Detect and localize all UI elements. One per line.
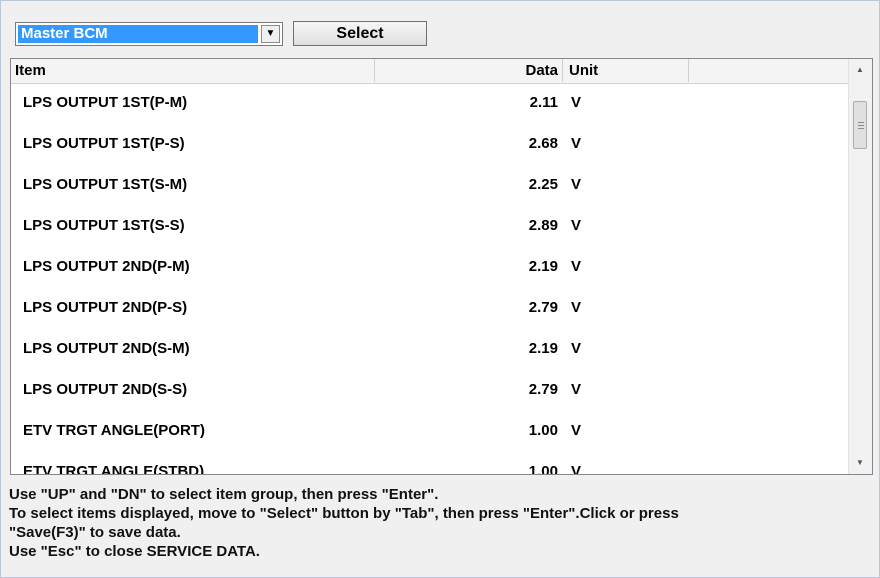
scroll-down-arrow-icon[interactable]: ▼ [849, 454, 871, 472]
table-row[interactable]: ETV TRGT ANGLE(STBD) 1.00 V [11, 452, 849, 475]
help-line: Use "UP" and "DN" to select item group, … [9, 486, 439, 503]
row-unit: V [571, 422, 582, 439]
table-body: LPS OUTPUT 1ST(P-M) 2.11 V LPS OUTPUT 1S… [11, 83, 849, 475]
row-item: LPS OUTPUT 2ND(P-S) [23, 299, 188, 316]
help-line: "Save(F3)" to save data. [9, 524, 181, 541]
table-row[interactable]: LPS OUTPUT 2ND(S-S) 2.79 V [11, 370, 849, 411]
row-data: 2.25 [528, 176, 558, 193]
select-button[interactable]: Select [293, 21, 427, 46]
table-header: Item Data Unit [11, 59, 849, 84]
row-unit: V [571, 381, 582, 398]
table-row[interactable]: LPS OUTPUT 2ND(P-S) 2.79 V [11, 288, 849, 329]
row-unit: V [571, 135, 582, 152]
row-item: ETV TRGT ANGLE(STBD) [23, 463, 205, 475]
row-item: LPS OUTPUT 1ST(P-S) [23, 135, 185, 152]
help-text-panel: Use "UP" and "DN" to select item group, … [1, 478, 879, 577]
table-row[interactable]: LPS OUTPUT 1ST(S-M) 2.25 V [11, 165, 849, 206]
row-data: 1.00 [528, 422, 558, 439]
column-header-data[interactable]: Data [375, 59, 563, 82]
row-unit: V [571, 299, 582, 316]
row-unit: V [571, 176, 582, 193]
row-data: 2.89 [528, 217, 558, 234]
scroll-up-arrow-icon[interactable]: ▲ [849, 61, 871, 79]
row-unit: V [571, 94, 582, 111]
row-item: LPS OUTPUT 2ND(S-M) [23, 340, 190, 357]
grip-icon [858, 122, 864, 123]
help-line: Use "Esc" to close SERVICE DATA. [9, 543, 260, 560]
service-data-window: Master BCM ▼ Select Item Data Unit LPS O… [0, 0, 880, 578]
row-unit: V [571, 340, 582, 357]
row-item: LPS OUTPUT 1ST(P-M) [23, 94, 188, 111]
row-item: LPS OUTPUT 1ST(S-M) [23, 176, 188, 193]
table-row[interactable]: LPS OUTPUT 1ST(P-S) 2.68 V [11, 124, 849, 165]
table-row[interactable]: LPS OUTPUT 2ND(P-M) 2.19 V [11, 247, 849, 288]
row-data: 2.79 [528, 381, 558, 398]
toolbar: Master BCM ▼ Select [1, 1, 879, 53]
service-data-table[interactable]: Item Data Unit LPS OUTPUT 1ST(P-M) 2.11 … [10, 58, 873, 475]
row-data: 2.19 [528, 258, 558, 275]
column-header-empty[interactable] [689, 59, 849, 82]
table-row[interactable]: LPS OUTPUT 1ST(S-S) 2.89 V [11, 206, 849, 247]
row-item: ETV TRGT ANGLE(PORT) [23, 422, 205, 439]
item-group-selected-value: Master BCM [18, 25, 258, 43]
scrollbar-thumb[interactable] [853, 101, 867, 149]
help-line: To select items displayed, move to "Sele… [9, 505, 679, 522]
row-unit: V [571, 463, 582, 475]
item-group-dropdown[interactable]: Master BCM ▼ [15, 22, 283, 46]
row-data: 2.79 [528, 299, 558, 316]
row-data: 2.68 [528, 135, 558, 152]
table-row[interactable]: LPS OUTPUT 1ST(P-M) 2.11 V [11, 83, 849, 124]
row-unit: V [571, 258, 582, 275]
table-row[interactable]: LPS OUTPUT 2ND(S-M) 2.19 V [11, 329, 849, 370]
table-row[interactable]: ETV TRGT ANGLE(PORT) 1.00 V [11, 411, 849, 452]
row-item: LPS OUTPUT 2ND(S-S) [23, 381, 188, 398]
chevron-down-icon[interactable]: ▼ [261, 25, 280, 43]
row-data: 2.19 [528, 340, 558, 357]
row-item: LPS OUTPUT 2ND(P-M) [23, 258, 190, 275]
vertical-scrollbar[interactable]: ▲ ▼ [848, 59, 872, 474]
row-item: LPS OUTPUT 1ST(S-S) [23, 217, 185, 234]
row-data: 2.11 [529, 94, 558, 111]
row-unit: V [571, 217, 582, 234]
column-header-unit[interactable]: Unit [563, 59, 689, 82]
column-header-item[interactable]: Item [11, 59, 375, 82]
row-data: 1.00 [528, 463, 558, 475]
